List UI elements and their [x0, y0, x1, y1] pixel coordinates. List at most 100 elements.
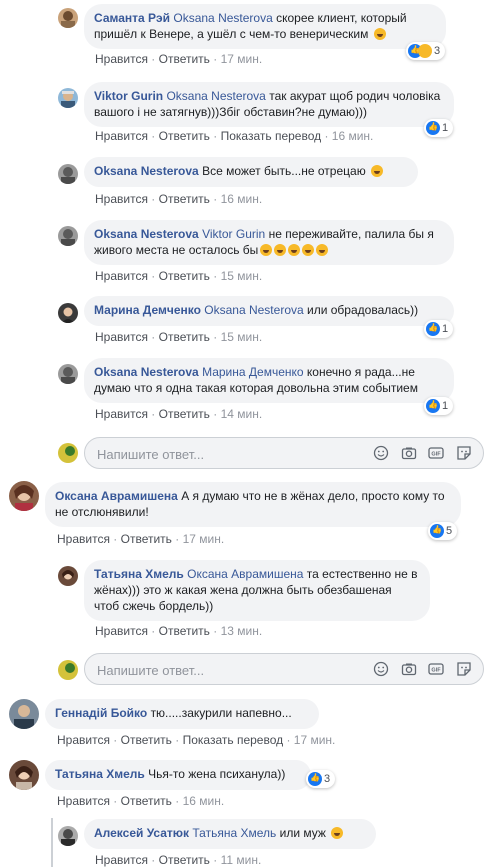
- like-link[interactable]: Нравится: [95, 407, 148, 421]
- comment-bubble: Саманта Рэй Oksana Nesterova скорее клие…: [84, 4, 446, 49]
- like-link[interactable]: Нравится: [95, 129, 148, 143]
- comment-mention[interactable]: Oksana Nesterova: [166, 89, 265, 103]
- comment-author[interactable]: Геннадій Бойко: [55, 706, 147, 720]
- like-link[interactable]: Нравится: [95, 269, 148, 283]
- grin-emoji-icon: [331, 827, 344, 839]
- timestamp[interactable]: 13 мин.: [221, 624, 263, 638]
- reply-link[interactable]: Ответить: [159, 129, 210, 143]
- reaction-count[interactable]: 1: [424, 397, 454, 415]
- reply-link[interactable]: Ответить: [159, 407, 210, 421]
- like-reaction-icon: [426, 399, 440, 413]
- comment-text: или обрадовалась)): [307, 303, 419, 317]
- reply-link[interactable]: Ответить: [159, 269, 210, 283]
- reaction-count[interactable]: 1: [424, 320, 454, 338]
- timestamp[interactable]: 16 мин.: [332, 129, 374, 143]
- sticker-icon[interactable]: [456, 661, 472, 677]
- translate-link[interactable]: Показать перевод: [183, 733, 284, 747]
- like-link[interactable]: Нравится: [57, 733, 110, 747]
- timestamp[interactable]: 16 мин.: [221, 192, 263, 206]
- like-link[interactable]: Нравится: [95, 330, 148, 344]
- comment-mention[interactable]: Оксана Аврамишена: [187, 567, 303, 581]
- comment-author[interactable]: Оксана Аврамишена: [55, 489, 178, 503]
- comment-actions: Нравится · Ответить · 17 мин.: [95, 52, 263, 66]
- timestamp[interactable]: 17 мин.: [183, 532, 225, 546]
- avatar[interactable]: [58, 226, 78, 246]
- comment-actions: Нравится · Ответить · 15 мин.: [95, 269, 263, 283]
- comment-author[interactable]: Марина Демченко: [94, 303, 201, 317]
- reaction-count[interactable]: 1: [424, 119, 454, 137]
- reply-link[interactable]: Ответить: [121, 794, 172, 808]
- avatar[interactable]: [9, 481, 39, 511]
- reaction-count[interactable]: 5: [428, 522, 458, 540]
- like-link[interactable]: Нравится: [57, 794, 110, 808]
- reaction-count[interactable]: 3: [306, 770, 336, 788]
- comment-author[interactable]: Viktor Gurin: [94, 89, 163, 103]
- reaction-number: 1: [442, 400, 449, 412]
- comment-mention[interactable]: Марина Демченко: [202, 365, 303, 379]
- timestamp[interactable]: 15 мин.: [221, 269, 263, 283]
- avatar[interactable]: [9, 760, 39, 790]
- reply-link[interactable]: Ответить: [121, 733, 172, 747]
- like-link[interactable]: Нравится: [95, 52, 148, 66]
- timestamp[interactable]: 11 мин.: [221, 853, 262, 867]
- timestamp[interactable]: 17 мин.: [221, 52, 263, 66]
- comment-actions: Нравится · Ответить · 13 мин.: [95, 624, 263, 638]
- like-link[interactable]: Нравится: [95, 192, 148, 206]
- avatar[interactable]: [58, 8, 78, 28]
- comment-mention[interactable]: Oksana Nesterova: [173, 11, 272, 25]
- avatar[interactable]: [58, 164, 78, 184]
- camera-icon[interactable]: [401, 661, 417, 677]
- comment-author[interactable]: Oksana Nesterova: [94, 227, 199, 241]
- reply-link[interactable]: Ответить: [159, 52, 210, 66]
- reaction-number: 3: [434, 45, 441, 57]
- grin-emoji-icon: [302, 244, 315, 256]
- timestamp[interactable]: 16 мин.: [183, 794, 225, 808]
- camera-icon[interactable]: [401, 445, 417, 461]
- reaction-number: 3: [324, 773, 331, 785]
- avatar[interactable]: [58, 566, 78, 586]
- reaction-count[interactable]: 3: [406, 42, 446, 60]
- reply-link[interactable]: Ответить: [159, 192, 210, 206]
- comment-author[interactable]: Татьяна Хмель: [55, 767, 145, 781]
- comment-actions: Нравится · Ответить · 11 мин.: [95, 853, 262, 867]
- comment-author[interactable]: Oksana Nesterova: [94, 365, 199, 379]
- emoji-icon[interactable]: [373, 661, 389, 677]
- reply-link[interactable]: Ответить: [159, 624, 210, 638]
- like-link[interactable]: Нравится: [95, 853, 148, 867]
- comment-author[interactable]: Саманта Рэй: [94, 11, 170, 25]
- translate-link[interactable]: Показать перевод: [221, 129, 322, 143]
- avatar[interactable]: [58, 826, 78, 846]
- reply-input[interactable]: [95, 654, 299, 686]
- comment-mention[interactable]: Татьяна Хмель: [192, 826, 276, 840]
- timestamp[interactable]: 14 мин.: [221, 407, 263, 421]
- timestamp[interactable]: 17 мин.: [294, 733, 336, 747]
- haha-reaction-icon: [418, 44, 432, 58]
- comment-text: Чья-то жена психанула)): [148, 767, 286, 781]
- sticker-icon[interactable]: [456, 445, 472, 461]
- reply-input[interactable]: [95, 438, 299, 470]
- comment-bubble: Татьяна Хмель Чья-то жена психанула)): [45, 760, 311, 790]
- reaction-number: 5: [446, 525, 453, 537]
- comment-mention[interactable]: Oksana Nesterova: [204, 303, 303, 317]
- like-link[interactable]: Нравится: [95, 624, 148, 638]
- avatar[interactable]: [58, 364, 78, 384]
- timestamp[interactable]: 15 мин.: [221, 330, 263, 344]
- comment-author[interactable]: Татьяна Хмель: [94, 567, 184, 581]
- comment-bubble: Oksana Nesterova Viktor Gurin не пережив…: [84, 220, 454, 265]
- emoji-icon[interactable]: [373, 445, 389, 461]
- comment-author[interactable]: Oksana Nesterova: [94, 164, 199, 178]
- avatar[interactable]: [9, 699, 39, 729]
- comment-author[interactable]: Алексей Усатюк: [94, 826, 189, 840]
- avatar[interactable]: [58, 88, 78, 108]
- gif-icon[interactable]: GIF: [428, 661, 444, 677]
- like-link[interactable]: Нравится: [57, 532, 110, 546]
- own-avatar: [58, 660, 78, 680]
- comment-actions: Нравится · Ответить · 16 мин.: [57, 794, 225, 808]
- comment-mention[interactable]: Viktor Gurin: [202, 227, 265, 241]
- gif-icon[interactable]: GIF: [428, 445, 444, 461]
- grin-emoji-icon: [260, 244, 273, 256]
- reply-link[interactable]: Ответить: [159, 330, 210, 344]
- reply-link[interactable]: Ответить: [121, 532, 172, 546]
- reply-link[interactable]: Ответить: [159, 853, 210, 867]
- avatar[interactable]: [58, 303, 78, 323]
